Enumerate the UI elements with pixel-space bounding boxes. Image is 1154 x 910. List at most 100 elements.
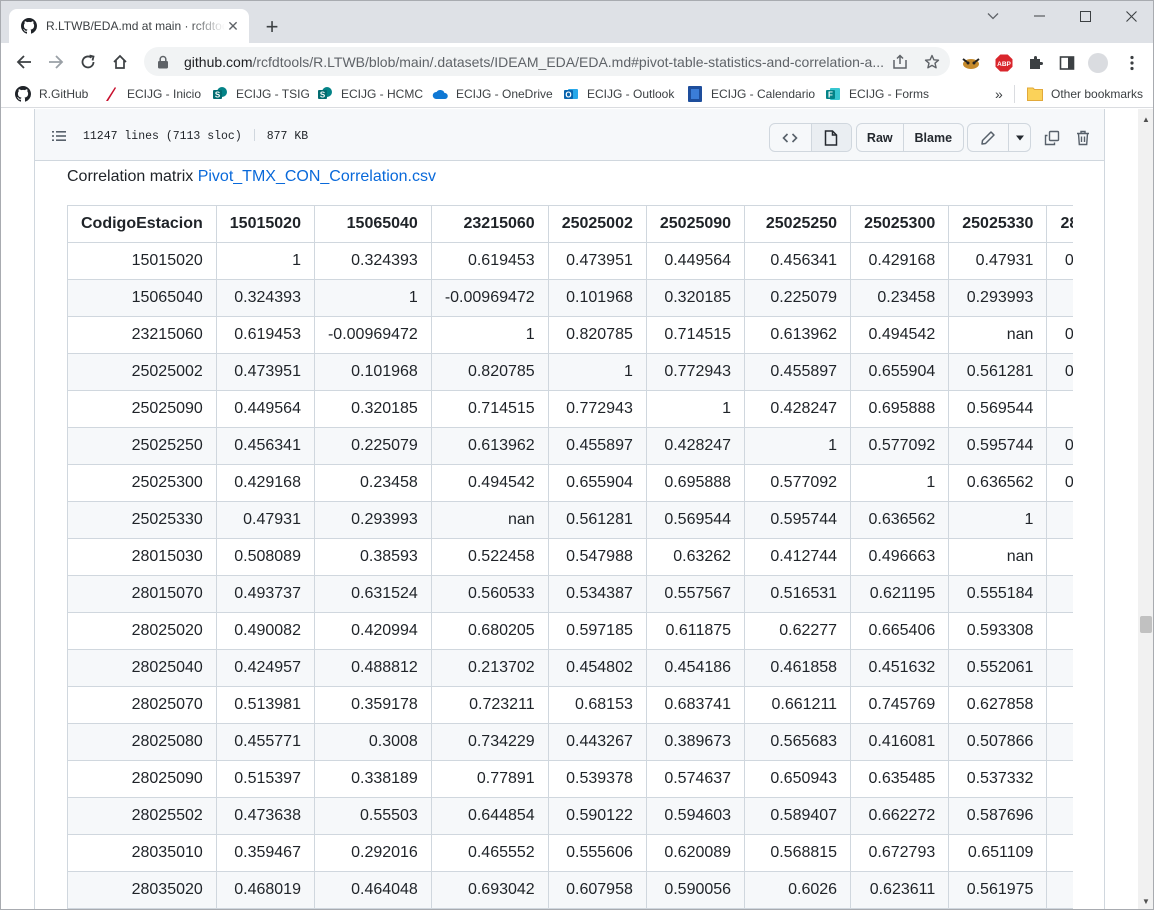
row-station-code: 28025020 bbox=[67, 612, 217, 650]
table-cell: 0.561281 bbox=[547, 501, 647, 539]
browser-toolbar: github.com/rcfdtools/R.LTWB/blob/main/.d… bbox=[1, 43, 1153, 80]
bookmark-ecijg-hcmc[interactable]: S ECIJG - HCMC bbox=[317, 85, 423, 103]
bookmark-ecijg-calendario[interactable]: ECIJG - Calendario bbox=[687, 85, 815, 103]
blame-button[interactable]: Blame bbox=[902, 124, 963, 151]
table-cell: 0.513981 bbox=[215, 686, 315, 724]
row-station-code: 25025002 bbox=[67, 353, 217, 391]
table-cell: 0.494542 bbox=[430, 464, 549, 502]
file-size: 877 KB bbox=[266, 130, 309, 143]
table-cell: 0.539378 bbox=[547, 760, 647, 798]
bookmark-rgithub[interactable]: R.GitHub bbox=[15, 85, 88, 103]
table-cell: 0.561281 bbox=[948, 353, 1048, 391]
table-cell: 0.508089 bbox=[1046, 242, 1073, 280]
table-row: 25025002 0.473951 0.101968 0.820785 1 0.77294… bbox=[67, 353, 1073, 391]
table-cell: 0.619453 bbox=[215, 316, 315, 354]
table-row: 25025250 0.456341 0.225079 0.613962 0.455897… bbox=[67, 427, 1073, 465]
csv-file-link[interactable]: Pivot_TMX_CON_Correlation.csv bbox=[198, 168, 436, 185]
url-host: github.com bbox=[184, 53, 253, 70]
scrollbar-thumb[interactable] bbox=[1140, 616, 1152, 633]
profile-avatar-icon[interactable] bbox=[1088, 53, 1108, 73]
bookmark-label: ECIJG - Forms bbox=[849, 87, 929, 101]
star-icon[interactable] bbox=[924, 54, 940, 70]
table-cell: 1 bbox=[948, 501, 1048, 539]
correlation-matrix-table: CodigoEstacion 15015020 15065040 23215060 25… bbox=[67, 205, 1073, 909]
forward-button[interactable] bbox=[42, 48, 70, 76]
share-icon[interactable] bbox=[892, 54, 908, 70]
svg-text:F: F bbox=[828, 91, 833, 100]
back-button[interactable] bbox=[10, 48, 38, 76]
table-cell: 0.537332 bbox=[948, 760, 1048, 798]
address-bar[interactable]: github.com/rcfdtools/R.LTWB/blob/main/.d… bbox=[144, 47, 950, 76]
table-cell: 1 bbox=[313, 279, 432, 317]
table-cell: 0.569544 bbox=[948, 390, 1048, 428]
table-cell: 0.324393 bbox=[215, 279, 315, 317]
extension-dog-icon[interactable] bbox=[961, 53, 981, 73]
adblock-label: ABP bbox=[997, 61, 1011, 68]
other-bookmarks[interactable]: Other bookmarks bbox=[1027, 85, 1143, 103]
raw-button[interactable]: Raw bbox=[857, 124, 903, 151]
tab-search-icon[interactable] bbox=[978, 5, 1008, 27]
table-cell: 0.454802 bbox=[547, 649, 647, 687]
table-cell: 0.695888 bbox=[645, 464, 746, 502]
bookmark-label: ECIJG - Outlook bbox=[587, 87, 675, 101]
close-window-icon[interactable] bbox=[1116, 5, 1146, 27]
table-cell: 0.6 bbox=[1046, 612, 1073, 650]
bookmark-ecijg-forms[interactable]: F ECIJG - Forms bbox=[825, 85, 929, 103]
table-cell: 0.619453 bbox=[430, 242, 549, 280]
table-cell: 0.451632 bbox=[850, 649, 950, 687]
close-tab-icon[interactable]: ✕ bbox=[225, 18, 241, 34]
reload-button[interactable] bbox=[74, 48, 102, 76]
tab-active[interactable]: R.LTWB/EDA.md at main · rcfdtools/R.LTWB… bbox=[9, 9, 249, 43]
table-row: 28025070 0.513981 0.359178 0.723211 0.68153 0… bbox=[67, 686, 1073, 724]
maximize-icon[interactable] bbox=[1070, 5, 1100, 27]
table-cell: 0.456341 bbox=[744, 242, 852, 280]
table-cell: 0.547988 bbox=[1046, 353, 1073, 391]
bookmark-ecijg-outlook[interactable]: O ECIJG - Outlook bbox=[563, 85, 674, 103]
table-cell: 0.338189 bbox=[313, 760, 432, 798]
table-cell: 0.595744 bbox=[744, 501, 852, 539]
extensions-puzzle-icon[interactable] bbox=[1026, 53, 1046, 73]
vertical-scrollbar[interactable]: ▲ ▼ bbox=[1138, 109, 1153, 909]
home-button[interactable] bbox=[106, 48, 134, 76]
bookmark-ecijg-tsig[interactable]: S ECIJG - TSIG bbox=[212, 85, 310, 103]
column-header: 23215060 bbox=[430, 205, 549, 243]
bookmarks-overflow-button[interactable]: » bbox=[995, 85, 1003, 103]
home-icon bbox=[113, 54, 127, 69]
svg-text:O: O bbox=[565, 91, 571, 100]
scroll-up-icon[interactable]: ▲ bbox=[1138, 111, 1153, 127]
edit-button[interactable] bbox=[968, 124, 1008, 151]
table-cell: 0.590056 bbox=[645, 871, 746, 909]
bookmark-ecijg-inicio[interactable]: ECIJG - Inicio bbox=[103, 85, 201, 103]
table-cell: 0.627858 bbox=[948, 686, 1048, 724]
row-station-code: 28025090 bbox=[67, 760, 217, 798]
table-cell: nan bbox=[1046, 501, 1073, 539]
github-icon bbox=[21, 18, 37, 34]
scroll-down-icon[interactable]: ▼ bbox=[1138, 893, 1153, 909]
edit-dropdown-button[interactable] bbox=[1008, 124, 1030, 151]
column-header: 25025002 bbox=[547, 205, 647, 243]
table-cell: 0.412744 bbox=[1046, 427, 1073, 465]
bookmark-label: ECIJG - Inicio bbox=[127, 87, 202, 101]
menu-kebab-icon[interactable] bbox=[1122, 53, 1142, 73]
table-cell: 0.636562 bbox=[850, 501, 950, 539]
bookmark-ecijg-onedrive[interactable]: ECIJG - OneDrive bbox=[432, 85, 553, 103]
table-cell: 1 bbox=[744, 427, 852, 465]
delete-button[interactable] bbox=[1070, 125, 1096, 151]
outline-list-icon[interactable] bbox=[51, 128, 67, 144]
new-tab-button[interactable]: + bbox=[259, 14, 285, 40]
preview-view-button[interactable] bbox=[810, 124, 851, 151]
copy-button[interactable] bbox=[1039, 125, 1065, 151]
column-header: 25025330 bbox=[948, 205, 1048, 243]
table-header-row: CodigoEstacion 15015020 15065040 23215060 25… bbox=[67, 205, 1073, 243]
correlation-table-scroll[interactable]: CodigoEstacion 15015020 15065040 23215060 25… bbox=[67, 205, 1073, 909]
side-panel-icon[interactable] bbox=[1057, 53, 1077, 73]
minimize-icon[interactable] bbox=[1024, 5, 1054, 27]
code-view-button[interactable] bbox=[770, 124, 811, 151]
adblock-plus-icon[interactable]: ABP bbox=[994, 53, 1014, 73]
raw-blame-group: Raw Blame bbox=[856, 123, 964, 152]
trash-icon bbox=[1077, 130, 1089, 146]
table-row: 28025080 0.455771 0.3008 0.734229 0.443267 0.… bbox=[67, 723, 1073, 761]
table-cell: 0.464048 bbox=[313, 871, 432, 909]
table-cell: 0.454186 bbox=[645, 649, 746, 687]
ecijg-icon bbox=[103, 86, 119, 102]
